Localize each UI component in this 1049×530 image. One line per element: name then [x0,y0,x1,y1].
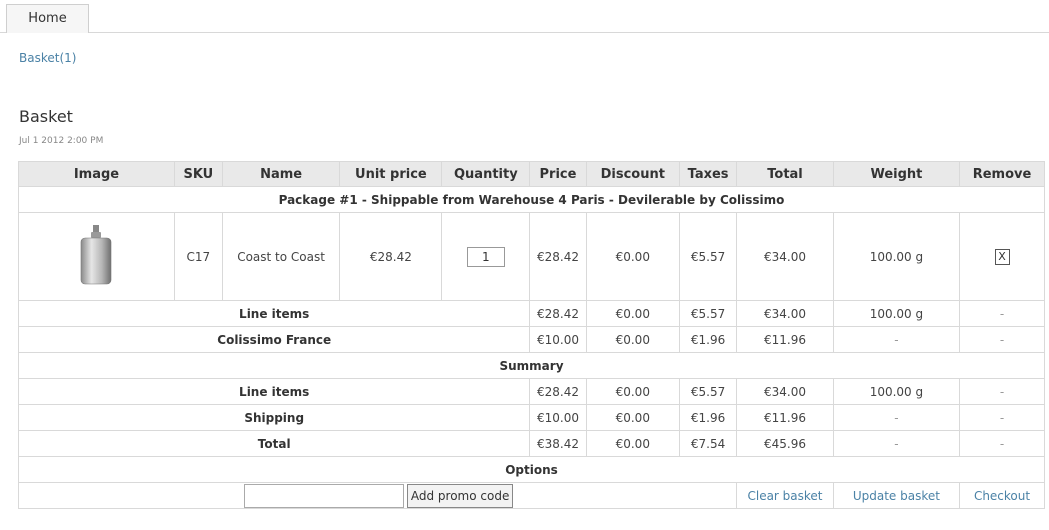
row-weight: - [832,430,961,457]
basket-table: Image SKU Name Unit price Quantity Price… [17,161,1045,509]
row-price: €10.00 [529,404,587,431]
row-taxes: €1.96 [678,326,738,353]
row-total: €11.96 [736,326,834,353]
row-discount: €0.00 [585,404,680,431]
options-title: Options [18,456,1045,483]
col-header-sku: SKU [173,161,223,187]
item-price: €28.42 [529,212,587,301]
package-title-row: Package #1 - Shippable from Warehouse 4 … [18,186,1045,213]
package-line-items-row: Line items €28.42 €0.00 €5.57 €34.00 100… [17,300,1045,327]
row-total: €11.96 [736,404,834,431]
row-label: Shipping [17,404,531,431]
basket-link[interactable]: Basket(1) [19,51,76,65]
row-label: Total [17,430,531,457]
row-total: €45.96 [736,430,834,457]
row-label: Line items [17,378,531,405]
row-label: Line items [17,300,531,327]
row-remove: - [959,300,1045,327]
summary-line-items-row: Line items €28.42 €0.00 €5.57 €34.00 100… [17,378,1045,405]
checkout-link[interactable]: Checkout [974,489,1030,503]
promo-code-cell: Add promo code [17,482,738,509]
page-date: Jul 1 2012 2:00 PM [19,136,104,146]
package-title: Package #1 - Shippable from Warehouse 4 … [18,186,1045,213]
product-image-cell [18,212,175,301]
row-weight: 100.00 g [832,300,961,327]
remove-item-button[interactable]: X [994,248,1010,265]
row-remove: - [959,326,1045,353]
package-shipping-row: Colissimo France €10.00 €0.00 €1.96 €11.… [17,326,1045,353]
row-discount: €0.00 [585,378,680,405]
update-basket-cell: Update basket [832,482,961,509]
row-total: €34.00 [736,300,834,327]
row-remove: - [959,430,1045,457]
item-discount: €0.00 [585,212,680,301]
row-remove: - [959,404,1045,431]
clear-basket-link[interactable]: Clear basket [747,489,822,503]
row-discount: €0.00 [585,300,680,327]
row-weight: - [832,326,961,353]
top-navigation: Home [0,0,1049,33]
table-row: C17 Coast to Coast €28.42 €28.42 €0.00 €… [18,212,1045,301]
col-header-weight: Weight [832,161,961,187]
tab-home[interactable]: Home [6,4,89,33]
row-remove: - [959,378,1045,405]
quantity-input[interactable] [466,246,505,267]
col-header-price: Price [529,161,587,187]
item-unit-price: €28.42 [339,212,443,301]
summary-title: Summary [18,352,1045,379]
summary-shipping-row: Shipping €10.00 €0.00 €1.96 €11.96 - - [17,404,1045,431]
row-taxes: €7.54 [678,430,738,457]
row-taxes: €1.96 [678,404,738,431]
item-total: €34.00 [736,212,834,301]
row-taxes: €5.57 [678,300,738,327]
item-taxes: €5.57 [678,212,738,301]
row-discount: €0.00 [585,430,680,457]
summary-title-row: Summary [18,352,1045,379]
bottle-icon [76,224,116,289]
row-price: €28.42 [529,300,587,327]
row-price: €38.42 [529,430,587,457]
col-header-taxes: Taxes [678,161,738,187]
update-basket-link[interactable]: Update basket [853,489,940,503]
row-taxes: €5.57 [678,378,738,405]
item-name: Coast to Coast [221,212,341,301]
row-total: €34.00 [736,378,834,405]
col-header-remove: Remove [959,161,1045,187]
add-promo-code-button[interactable]: Add promo code [406,483,514,508]
row-price: €28.42 [529,378,587,405]
col-header-name: Name [221,161,341,187]
item-quantity-cell [441,212,531,301]
options-title-row: Options [18,456,1045,483]
promo-code-input[interactable] [243,483,404,508]
row-discount: €0.00 [585,326,680,353]
item-weight: 100.00 g [832,212,961,301]
row-weight: 100.00 g [832,378,961,405]
page-title: Basket [19,107,73,126]
options-row: Add promo code Clear basket Update baske… [17,482,1045,509]
row-weight: - [832,404,961,431]
item-sku: C17 [173,212,223,301]
summary-total-row: Total €38.42 €0.00 €7.54 €45.96 - - [17,430,1045,457]
col-header-unit-price: Unit price [339,161,443,187]
item-remove-cell: X [959,212,1045,301]
col-header-image: Image [18,161,175,187]
col-header-total: Total [736,161,834,187]
row-price: €10.00 [529,326,587,353]
header-row: Image SKU Name Unit price Quantity Price… [18,161,1045,187]
clear-basket-cell: Clear basket [736,482,834,509]
checkout-cell: Checkout [959,482,1045,509]
col-header-discount: Discount [585,161,680,187]
row-label: Colissimo France [17,326,531,353]
col-header-quantity: Quantity [441,161,531,187]
